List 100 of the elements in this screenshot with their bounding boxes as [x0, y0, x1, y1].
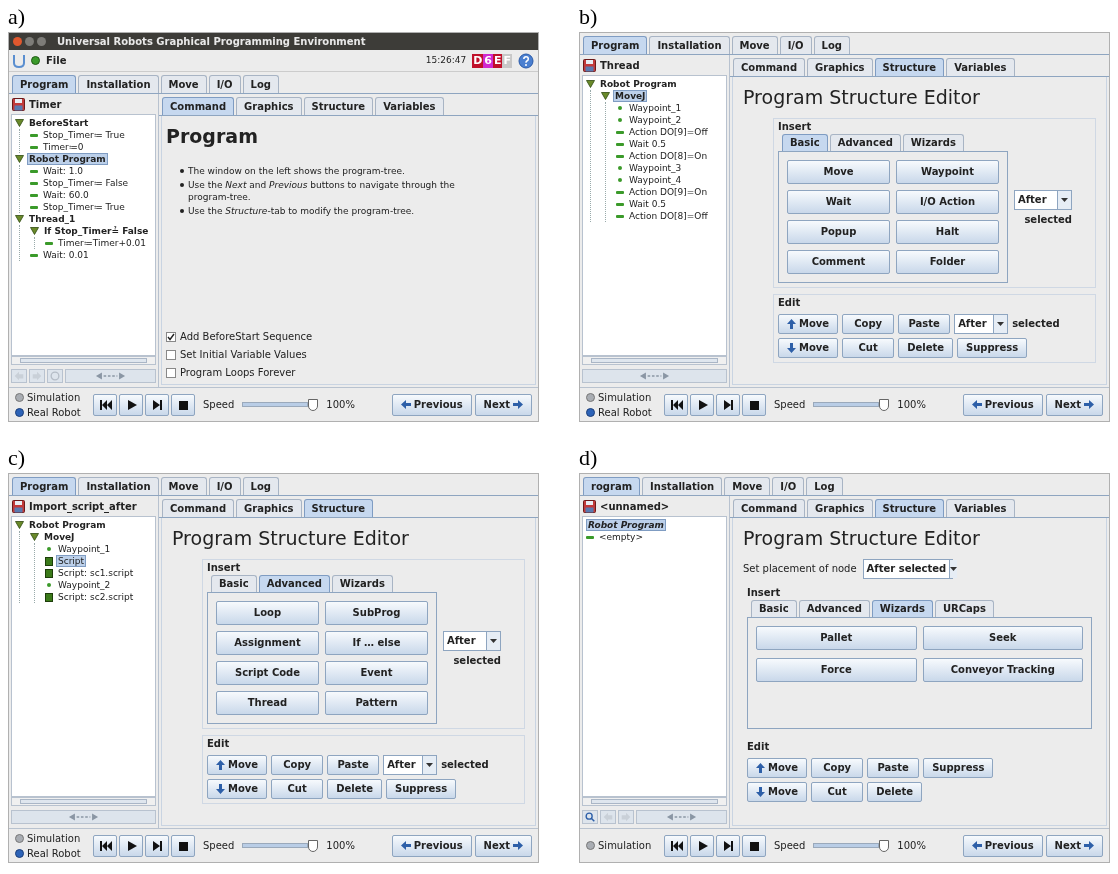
tab[interactable]: Wizards [331, 574, 393, 592]
tree-node[interactable]: Script [56, 555, 87, 567]
tree-node[interactable]: Wait: 60.0 [41, 189, 91, 201]
edit-button[interactable]: Cut [842, 337, 895, 358]
tree-node[interactable]: Wait 0.5 [627, 198, 669, 210]
horizontal-scrollbar[interactable] [11, 356, 156, 365]
rewind-button[interactable] [664, 393, 688, 416]
step-button[interactable] [145, 393, 169, 416]
edit-button[interactable]: Paste [867, 757, 920, 778]
tab[interactable]: Installation [642, 477, 723, 495]
edit-button[interactable]: Move [778, 337, 839, 358]
tree-node[interactable]: Stop_Timer≔ True [41, 201, 127, 213]
tab[interactable]: Log [242, 75, 279, 93]
tab[interactable]: Graphics [807, 58, 873, 76]
tab[interactable]: Basic [751, 599, 797, 617]
edit-button[interactable]: Suppress [957, 337, 1028, 358]
insert-button[interactable]: Move [787, 159, 890, 184]
previous-button[interactable]: Previous [962, 393, 1043, 416]
play-button[interactable] [690, 393, 714, 416]
tab[interactable]: Variables [375, 97, 444, 115]
tab[interactable]: Structure [874, 499, 945, 517]
file-menu[interactable]: File [46, 53, 67, 68]
tree-node[interactable]: Wait: 0.01 [41, 249, 91, 261]
step-button[interactable] [145, 834, 169, 857]
edit-button[interactable]: Paste [327, 754, 380, 775]
edit-button[interactable]: Paste [898, 313, 951, 334]
tab[interactable]: Command [733, 499, 806, 517]
checkbox[interactable] [166, 349, 176, 360]
insert-button[interactable]: Seek [922, 625, 1083, 650]
edit-button[interactable]: Copy [811, 757, 864, 778]
insert-button[interactable]: Pattern [325, 690, 428, 715]
play-button[interactable] [690, 834, 714, 857]
insert-button[interactable]: Folder [896, 249, 999, 274]
radio-button[interactable] [15, 407, 24, 417]
tab[interactable]: Log [242, 477, 279, 495]
placement-dropdown[interactable]: After [1014, 189, 1072, 210]
tab[interactable]: Structure [303, 97, 374, 115]
edit-button[interactable]: Copy [842, 313, 895, 334]
insert-button[interactable]: Script Code [216, 660, 319, 685]
insert-button[interactable]: Event [325, 660, 428, 685]
edit-button[interactable]: Move [747, 781, 808, 802]
tab[interactable]: Graphics [236, 97, 302, 115]
expanded-triangle-icon[interactable] [601, 92, 610, 100]
tab[interactable]: Move [724, 477, 771, 495]
edit-button[interactable]: Move [778, 313, 839, 334]
insert-button[interactable]: Comment [787, 249, 890, 274]
expanded-triangle-icon[interactable] [586, 80, 595, 88]
tree-node[interactable]: Timer≔Timer+0.01 [56, 237, 149, 249]
tree-node[interactable]: Robot Program [27, 519, 108, 531]
play-button[interactable] [119, 834, 143, 857]
horizontal-scrollbar[interactable] [11, 797, 156, 806]
tree-node[interactable]: Waypoint_2 [627, 114, 684, 126]
tab[interactable]: Log [813, 36, 850, 54]
edit-button[interactable]: Cut [271, 778, 324, 799]
insert-button[interactable]: SubProg [325, 600, 428, 625]
tab[interactable]: Basic [782, 133, 828, 151]
edit-button[interactable]: Copy [271, 754, 324, 775]
insert-button[interactable]: Loop [216, 600, 319, 625]
close-icon[interactable] [13, 37, 22, 46]
tree-node[interactable]: MoveJ [42, 531, 77, 543]
tab[interactable]: I/O [208, 477, 241, 495]
tab[interactable]: URCaps [934, 599, 994, 617]
insert-button[interactable]: Waypoint [896, 159, 999, 184]
search-icon[interactable] [582, 810, 598, 824]
tab[interactable]: Move [731, 36, 778, 54]
next-button[interactable]: Next [1045, 834, 1103, 857]
tree-node[interactable]: Wait 0.5 [627, 138, 669, 150]
tab[interactable]: rogram [583, 477, 641, 495]
tree-node[interactable]: Robot Program [586, 519, 666, 531]
tree-node[interactable]: Stop_Timer≔ False [41, 177, 131, 189]
tab[interactable]: Move [160, 477, 207, 495]
tree-node[interactable]: Wait: 1.0 [41, 165, 86, 177]
radio-button[interactable] [15, 833, 24, 843]
insert-button[interactable]: Conveyor Tracking [922, 657, 1083, 682]
tree-node[interactable]: Waypoint_1 [56, 543, 113, 555]
previous-button[interactable]: Previous [962, 834, 1043, 857]
tree-node[interactable]: Script: sc2.script [56, 591, 136, 603]
tab[interactable]: Graphics [236, 499, 302, 517]
tree-node[interactable]: Waypoint_3 [627, 162, 684, 174]
horizontal-scrollbar[interactable] [582, 797, 727, 806]
tree-node[interactable]: Action DO[9]=Off [627, 126, 710, 138]
tab[interactable]: I/O [772, 477, 805, 495]
rewind-button[interactable] [93, 393, 117, 416]
step-button[interactable] [716, 834, 740, 857]
edit-button[interactable]: Suppress [923, 757, 994, 778]
tree-node[interactable]: Stop_Timer≔ True [41, 129, 127, 141]
slider-thumb[interactable] [879, 839, 890, 852]
tab[interactable]: Program [583, 36, 648, 54]
expanded-triangle-icon[interactable] [30, 533, 39, 541]
tab[interactable]: Installation [649, 36, 730, 54]
insert-button[interactable]: I/O Action [896, 189, 999, 214]
rewind-button[interactable] [93, 834, 117, 857]
stop-button[interactable] [171, 393, 195, 416]
tab[interactable]: Basic [211, 574, 257, 592]
tab[interactable]: Installation [78, 75, 159, 93]
help-icon[interactable] [518, 52, 534, 69]
tab[interactable]: Graphics [807, 499, 873, 517]
insert-button[interactable]: Thread [216, 690, 319, 715]
next-button[interactable]: Next [474, 834, 532, 857]
tree-node[interactable]: Waypoint_4 [627, 174, 684, 186]
